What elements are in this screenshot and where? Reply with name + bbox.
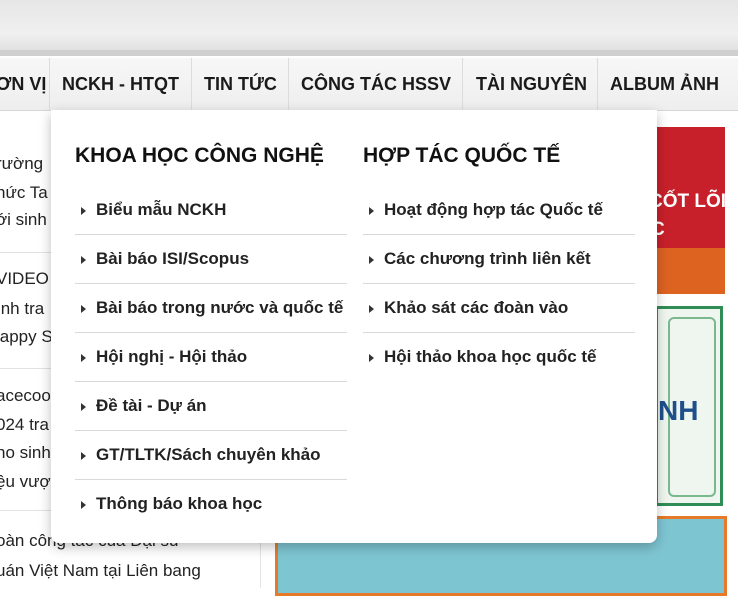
column-title-hop-tac-quoc-te: HỢP TÁC QUỐC TẾ xyxy=(363,144,561,167)
site-header-banner xyxy=(0,0,738,56)
menu-item-label: Các chương trình liên kết xyxy=(384,249,591,268)
menu-item-bai-bao-trong-nuoc[interactable]: Bài báo trong nước và quốc tế xyxy=(75,284,343,332)
bullet-arrow-icon xyxy=(81,353,86,362)
bullet-arrow-icon xyxy=(369,255,374,264)
menu-item-hoi-thao-quoc-te[interactable]: Hội thảo khoa học quốc tế xyxy=(363,333,597,381)
banner-crowd-graphic xyxy=(655,248,725,294)
news-text[interactable]: ho sinh xyxy=(0,443,51,463)
bullet-arrow-icon xyxy=(81,402,86,411)
bullet-arrow-icon xyxy=(369,304,374,313)
news-text[interactable]: rường xyxy=(0,154,43,174)
menu-item-gt-tltk-sach[interactable]: GT/TLTK/Sách chuyên khảo xyxy=(75,431,321,479)
nav-separator xyxy=(191,58,192,110)
menu-item-chuong-trinh-lien-ket[interactable]: Các chương trình liên kết xyxy=(363,235,591,283)
news-text[interactable]: ệu vượ xyxy=(0,472,51,492)
menu-item-label: Biểu mẫu NCKH xyxy=(96,200,227,219)
nav-separator xyxy=(49,58,50,110)
banner-cert-text: NH xyxy=(658,395,699,426)
bullet-arrow-icon xyxy=(81,304,86,313)
menu-item-khao-sat-doan-vao[interactable]: Khảo sát các đoàn vào xyxy=(363,284,568,332)
menu-item-label: Bài báo ISI/Scopus xyxy=(96,249,250,268)
nav-separator xyxy=(288,58,289,110)
column-title-khoa-hoc-cong-nghe: KHOA HỌC CÔNG NGHỆ xyxy=(75,144,324,167)
nav-item-album-anh[interactable]: ALBUM ẢNH xyxy=(610,58,719,110)
news-text[interactable]: ình tra xyxy=(0,299,44,319)
menu-item-label: GT/TLTK/Sách chuyên khảo xyxy=(96,445,321,464)
nav-separator xyxy=(597,58,598,110)
menu-item-hoat-dong-hop-tac[interactable]: Hoạt động hợp tác Quốc tế xyxy=(363,186,603,234)
menu-item-bieu-mau-nckh[interactable]: Biểu mẫu NCKH xyxy=(75,186,226,234)
menu-item-label: Thông báo khoa học xyxy=(96,494,263,513)
banner-red-image[interactable]: CỐT LÕI C xyxy=(655,127,725,294)
news-text[interactable]: uán Việt Nam tại Liên bang xyxy=(0,561,201,581)
nav-item-don-vi[interactable]: ƠN VỊ xyxy=(0,58,46,110)
menu-item-label: Hội thảo khoa học quốc tế xyxy=(384,347,597,366)
news-text[interactable]: ới sinh xyxy=(0,210,47,230)
menu-item-label: Khảo sát các đoàn vào xyxy=(384,298,569,317)
menu-item-label: Hoạt động hợp tác Quốc tế xyxy=(384,200,603,219)
bullet-arrow-icon xyxy=(369,353,374,362)
nav-item-nckh-htqt[interactable]: NCKH - HTQT xyxy=(62,58,179,110)
menu-item-thong-bao-khoa-hoc[interactable]: Thông báo khoa học xyxy=(75,480,262,528)
bullet-arrow-icon xyxy=(369,206,374,215)
menu-item-hoi-nghi-hoi-thao[interactable]: Hội nghị - Hội thảo xyxy=(75,333,247,381)
news-text[interactable]: 024 tra xyxy=(0,415,49,435)
news-text[interactable]: acecoo xyxy=(0,386,51,406)
bullet-arrow-icon xyxy=(81,206,86,215)
nav-item-cong-tac-hssv[interactable]: CÔNG TÁC HSSV xyxy=(301,58,451,110)
menu-item-de-tai-du-an[interactable]: Đề tài - Dự án xyxy=(75,382,207,430)
news-text[interactable]: VIDEO xyxy=(0,269,49,289)
nav-item-tin-tuc[interactable]: TIN TỨC xyxy=(204,58,277,110)
menu-item-label: Hội nghị - Hội thảo xyxy=(96,347,248,366)
bullet-arrow-icon xyxy=(81,451,86,460)
menu-item-label: Bài báo trong nước và quốc tế xyxy=(96,298,344,317)
bullet-arrow-icon xyxy=(81,500,86,509)
nav-item-tai-nguyen[interactable]: TÀI NGUYÊN xyxy=(476,58,587,110)
menu-item-bai-bao-isi-scopus[interactable]: Bài báo ISI/Scopus xyxy=(75,235,249,283)
bullet-arrow-icon xyxy=(81,255,86,264)
main-navbar: ƠN VỊ NCKH - HTQT TIN TỨC CÔNG TÁC HSSV … xyxy=(0,58,738,111)
banner-red-text: CỐT LÕI xyxy=(655,191,725,212)
news-text[interactable]: hức Ta xyxy=(0,183,48,203)
news-text[interactable]: lappy S xyxy=(0,327,53,347)
nckh-htqt-dropdown: KHOA HỌC CÔNG NGHỆ HỢP TÁC QUỐC TẾ Biểu … xyxy=(51,110,657,543)
nav-separator xyxy=(462,58,463,110)
menu-item-label: Đề tài - Dự án xyxy=(96,396,207,415)
banner-certificate-image[interactable]: NH xyxy=(655,306,723,506)
